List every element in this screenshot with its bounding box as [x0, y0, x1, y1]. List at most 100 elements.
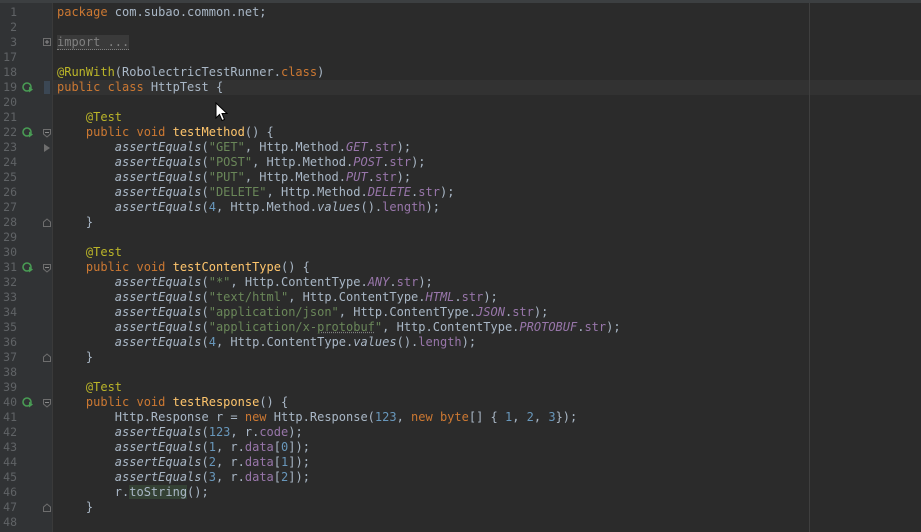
code-line[interactable]: } [57, 215, 93, 230]
code-line[interactable]: package com.subao.common.net; [57, 5, 267, 20]
run-test-icon[interactable] [21, 80, 35, 95]
code-line[interactable]: assertEquals("POST", Http.Method.POST.st… [57, 155, 426, 170]
code-line[interactable]: assertEquals("application/json", Http.Co… [57, 305, 549, 320]
code-token: JSON [476, 305, 505, 319]
code-text-area[interactable]: package com.subao.common.net; import ... @… [53, 3, 921, 532]
code-token: length [418, 335, 462, 349]
code-line[interactable]: @RunWith(RobolectricTestRunner.class) [57, 65, 324, 80]
code-line[interactable]: assertEquals("GET", Http.Method.GET.str)… [57, 140, 411, 155]
code-line[interactable]: public void testResponse() { [57, 395, 288, 410]
line-number: 47 [3, 500, 17, 514]
code-token: (); [187, 485, 209, 499]
code-line[interactable]: } [57, 350, 93, 365]
line-number: 42 [3, 425, 17, 439]
fold-open-icon[interactable] [43, 260, 51, 275]
code-token: () { [280, 260, 310, 274]
code-line[interactable]: public void testMethod() { [57, 125, 274, 140]
code-line[interactable]: public class HttpTest { [57, 80, 223, 95]
fold-open-icon[interactable] [43, 395, 51, 410]
line-number: 44 [3, 455, 17, 469]
code-token: str [584, 320, 607, 334]
code-line[interactable]: assertEquals(1, r.data[0]); [57, 440, 310, 455]
code-line[interactable]: @Test [57, 380, 122, 395]
code-line[interactable]: assertEquals("PUT", Http.Method.PUT.str)… [57, 170, 411, 185]
code-token: ); [396, 140, 412, 154]
code-token: values [317, 200, 361, 214]
code-token: assertEquals [114, 185, 202, 199]
code-token: r. [57, 485, 130, 499]
code-token: "DELETE" [208, 185, 267, 199]
code-line[interactable]: @Test [57, 245, 122, 260]
code-token: "text/html" [208, 290, 289, 304]
code-token: assertEquals [114, 335, 202, 349]
code-token: () { [244, 125, 274, 139]
run-test-icon[interactable] [21, 395, 35, 410]
line-number: 38 [3, 365, 17, 379]
fold-expand-icon[interactable] [43, 35, 51, 50]
code-line[interactable]: assertEquals("text/html", Http.ContentTy… [57, 290, 498, 305]
code-line[interactable]: assertEquals(2, r.data[1]); [57, 455, 310, 470]
line-number: 33 [3, 290, 17, 304]
run-test-icon[interactable] [21, 260, 35, 275]
line-number: 20 [3, 95, 17, 109]
fold-close-icon[interactable] [43, 215, 51, 230]
code-editor[interactable]: 1 2 3 17 18 19 20 21 22 23 24 25 26 27 28 29 30 31 32 33 34 3… [0, 3, 921, 532]
code-line[interactable]: assertEquals("DELETE", Http.Method.DELET… [57, 185, 455, 200]
code-token: data [244, 470, 274, 484]
code-token: ( [201, 320, 209, 334]
code-token: ( [201, 425, 209, 439]
code-token: , [512, 410, 527, 424]
code-token: assertEquals [114, 425, 202, 439]
line-number: 19 [3, 80, 17, 94]
code-line[interactable]: } [57, 500, 93, 515]
code-line[interactable]: assertEquals(4, Http.Method.values().len… [57, 200, 440, 215]
code-token: @RunWith [57, 65, 115, 79]
fold-close-icon[interactable] [43, 350, 51, 365]
code-token: ( [201, 170, 209, 184]
code-token: ); [396, 170, 412, 184]
fold-close-icon[interactable] [43, 500, 51, 515]
code-token: public void [85, 125, 173, 139]
code-token: ( [201, 140, 209, 154]
code-line[interactable]: assertEquals("*", Http.ContentType.ANY.s… [57, 275, 433, 290]
code-token: , r. [215, 455, 245, 469]
code-token: assertEquals [114, 170, 202, 184]
code-token: (). [396, 335, 419, 349]
fold-open-icon[interactable] [43, 125, 51, 140]
code-line[interactable]: r.toString(); [57, 485, 209, 500]
code-token: ( [201, 470, 209, 484]
code-line[interactable]: @Test [57, 110, 122, 125]
code-token: }); [555, 410, 578, 424]
code-token: "application/json" [208, 305, 339, 319]
code-line[interactable]: Http.Response r = new Http.Response(123,… [57, 410, 577, 425]
code-token: ]); [288, 440, 310, 454]
code-token: ); [425, 200, 440, 214]
code-token: @Test [85, 380, 123, 394]
code-line[interactable]: assertEquals(123, r.code); [57, 425, 303, 440]
code-token: ); [606, 320, 621, 334]
code-token: , r. [230, 425, 260, 439]
code-token: DELETE [367, 185, 412, 199]
line-number: 45 [3, 470, 17, 484]
code-token: , Http.Method. [244, 170, 347, 184]
code-token: str [389, 155, 412, 169]
current-line-gutter-marker [44, 81, 50, 94]
code-line[interactable]: import ... [57, 35, 130, 50]
code-token: assertEquals [114, 140, 202, 154]
code-line[interactable]: public void testContentType() { [57, 260, 310, 275]
code-line[interactable]: assertEquals(4, Http.ContentType.values(… [57, 335, 476, 350]
code-token: 4 [208, 200, 216, 214]
code-token: ); [483, 290, 498, 304]
run-test-icon[interactable] [21, 125, 35, 140]
code-line[interactable]: assertEquals("application/x-protobuf", H… [57, 320, 621, 335]
line-number: 34 [3, 305, 17, 319]
line-number: 17 [3, 50, 17, 64]
folded-imports[interactable]: import ... [57, 35, 130, 50]
code-line[interactable]: assertEquals(3, r.data[2]); [57, 470, 310, 485]
code-token: . [454, 290, 462, 304]
line-number: 30 [3, 245, 17, 259]
